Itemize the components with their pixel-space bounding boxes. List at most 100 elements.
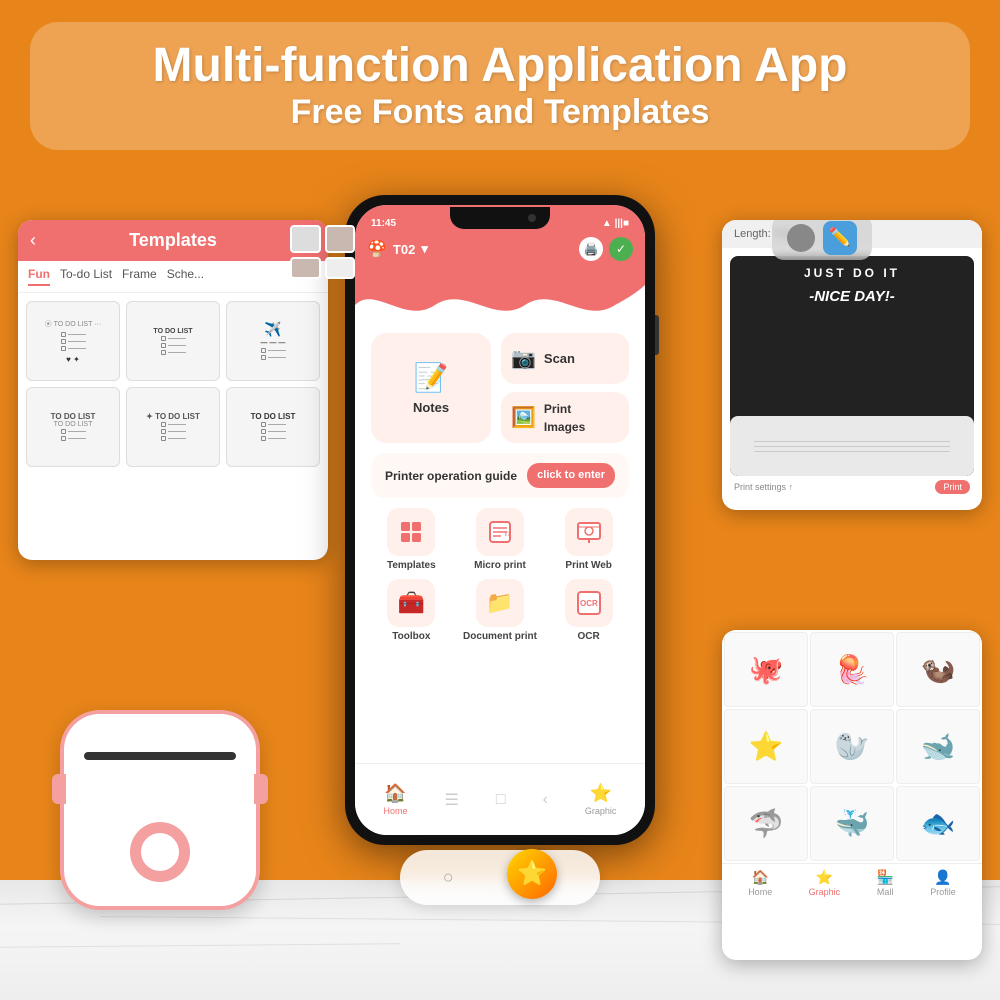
right-tablet-top: Length: 74cm JUST DO IT -NICE DAY!- Prin…	[722, 220, 982, 510]
back-button[interactable]: ‹	[30, 230, 36, 251]
printer-slot	[84, 752, 236, 760]
grid-cell	[325, 225, 356, 253]
header-dropdown-icon: ▾	[421, 241, 428, 257]
print-button[interactable]: Print	[935, 480, 970, 494]
header-left: 🍄 T02 ▾	[367, 239, 428, 259]
app-row-1: 📝 Notes 📷 Scan 🖼️ PrintImages	[371, 333, 629, 443]
tab-todo[interactable]: To-do List	[60, 267, 112, 286]
camera-lens	[787, 224, 815, 252]
nav-home-label: Home	[384, 806, 408, 816]
print-images-app-icon[interactable]: 🖼️ PrintImages	[501, 392, 629, 443]
printer-tab-right	[254, 774, 268, 804]
template-item[interactable]: TO DO LIST	[226, 387, 320, 467]
tab-schedule[interactable]: Sche...	[167, 267, 204, 286]
printer-button[interactable]	[130, 822, 190, 882]
nav-menu[interactable]: ☰	[445, 790, 459, 810]
header-title: Multi-function Application App	[50, 40, 950, 93]
grid-cell	[290, 225, 321, 253]
graphic-icon: ⭐	[589, 783, 611, 804]
grid-cell	[290, 257, 321, 279]
notes-app-icon[interactable]: 📝 Notes	[371, 333, 491, 443]
printer-tab-left	[52, 774, 66, 804]
app-col-right: 📷 Scan 🖼️ PrintImages	[501, 333, 629, 443]
ocr-app[interactable]: OCR OCR	[548, 579, 629, 642]
printer-body	[60, 710, 260, 910]
tablet-header: ‹ Templates	[18, 220, 328, 261]
grid-decoration	[290, 225, 355, 279]
phone-screen: 11:45 ▲ |||■ 🍄 T02 ▾ 🖨️ ✓	[355, 205, 645, 835]
animal-cell-octopus[interactable]: 🐙	[724, 632, 808, 707]
nav-back[interactable]: ‹	[543, 791, 548, 809]
template-grid: ⦿ TO DO LIST ··· ♥ ✦ TO DO LIST ✈️ — — —…	[18, 293, 328, 475]
animal-nav: 🏠 Home ⭐ Graphic 🏪 Mall 👤 Profile	[722, 863, 982, 902]
document-print-app[interactable]: 📁 Document print	[460, 579, 541, 642]
template-tabs: Fun To-do List Frame Sche...	[18, 261, 328, 293]
tab-frame[interactable]: Frame	[122, 267, 157, 286]
template-item[interactable]: ✦ TO DO LIST	[126, 387, 220, 467]
wave-svg	[355, 285, 645, 323]
scan-app-icon[interactable]: 📷 Scan	[501, 333, 629, 384]
print-header-btn[interactable]: 🖨️	[579, 237, 603, 261]
templates-icon	[387, 508, 435, 556]
animal-cell-shark[interactable]: 🦈	[724, 786, 808, 861]
square-icon: □	[496, 791, 506, 809]
animal-cell-whale[interactable]: 🐳	[810, 786, 894, 861]
animal-cell-walrus[interactable]: 🦭	[810, 709, 894, 784]
svg-text:OCR: OCR	[580, 599, 598, 608]
animal-cell-starfish[interactable]: ⭐	[724, 709, 808, 784]
template-item[interactable]: ✈️ — — —	[226, 301, 320, 381]
check-header-btn[interactable]: ✓	[609, 237, 633, 261]
notch-camera	[528, 214, 536, 222]
home-icon: 🏠	[384, 783, 406, 804]
animal-grid: 🐙 🪼 🦦 ⭐ 🦭 🐋 🦈 🐳 🐟	[722, 630, 982, 863]
template-item[interactable]: ⦿ TO DO LIST ··· ♥ ✦	[26, 301, 120, 381]
phone-power-button[interactable]	[655, 315, 659, 355]
animal-cell-jellyfish[interactable]: 🪼	[810, 632, 894, 707]
print-web-icon	[565, 508, 613, 556]
animal-nav-profile-label: Profile	[930, 887, 956, 897]
animal-nav-graphic[interactable]: ⭐ Graphic	[809, 869, 841, 897]
animal-nav-mall[interactable]: 🏪 Mall	[876, 869, 893, 897]
animal-cell-fish[interactable]: 🐟	[896, 786, 980, 861]
template-item[interactable]: TO DO LIST	[126, 301, 220, 381]
micro-print-icon: T≡	[476, 508, 524, 556]
animal-cell-otter[interactable]: 🦦	[896, 632, 980, 707]
nav-home[interactable]: 🏠 Home	[384, 783, 408, 816]
nav-square[interactable]: □	[496, 791, 506, 809]
printer-inner-button	[141, 833, 179, 871]
profile-nav-icon: 👤	[934, 869, 951, 886]
micro-print-app[interactable]: T≡ Micro print	[460, 508, 541, 571]
status-time: 11:45	[371, 218, 396, 229]
status-icons: ▲ |||■	[602, 218, 629, 229]
printer-guide-banner: Printer operation guide click to enter	[371, 453, 629, 498]
print-images-label: PrintImages	[544, 402, 585, 434]
ocr-label: OCR	[578, 631, 600, 642]
animal-nav-home[interactable]: 🏠 Home	[748, 869, 772, 897]
app-content: 📝 Notes 📷 Scan 🖼️ PrintImages	[355, 323, 645, 763]
graphic-nav-icon: ⭐	[816, 869, 833, 886]
nav-graphic[interactable]: ⭐ Graphic	[585, 783, 617, 816]
print-settings: Print settings ↑	[734, 482, 793, 492]
tab-fun[interactable]: Fun	[28, 267, 50, 286]
notes-label: Notes	[413, 400, 449, 415]
phone-header-bar: 🍄 T02 ▾ 🖨️ ✓	[355, 233, 645, 265]
toolbox-app[interactable]: 🧰 Toolbox	[371, 579, 452, 642]
home-nav-icon: 🏠	[751, 869, 768, 886]
phone-bottom-nav: 🏠 Home ☰ □ ‹ ⭐ Graphic	[355, 763, 645, 835]
animal-cell-seal[interactable]: 🐋	[896, 709, 980, 784]
bottom-overlay: ○ ⭐	[400, 850, 600, 905]
template-item[interactable]: TO DO LIST TO DO LIST	[26, 387, 120, 467]
print-web-app[interactable]: Print Web	[548, 508, 629, 571]
main-phone: 11:45 ▲ |||■ 🍄 T02 ▾ 🖨️ ✓	[345, 195, 655, 845]
print-web-label: Print Web	[565, 560, 611, 571]
scan-icon: 📷	[511, 346, 536, 371]
notes-icon: 📝	[414, 361, 449, 394]
edit-icon-box[interactable]: ✏️	[823, 221, 857, 255]
header-t02-label: T02	[393, 242, 415, 257]
just-do-display: JUST DO IT -NICE DAY!-	[730, 256, 974, 476]
animal-nav-profile[interactable]: 👤 Profile	[930, 869, 956, 897]
header-icon-mushroom: 🍄	[367, 239, 387, 259]
click-to-enter-button[interactable]: click to enter	[527, 463, 615, 488]
animal-nav-home-label: Home	[748, 887, 772, 897]
templates-app[interactable]: Templates	[371, 508, 452, 571]
